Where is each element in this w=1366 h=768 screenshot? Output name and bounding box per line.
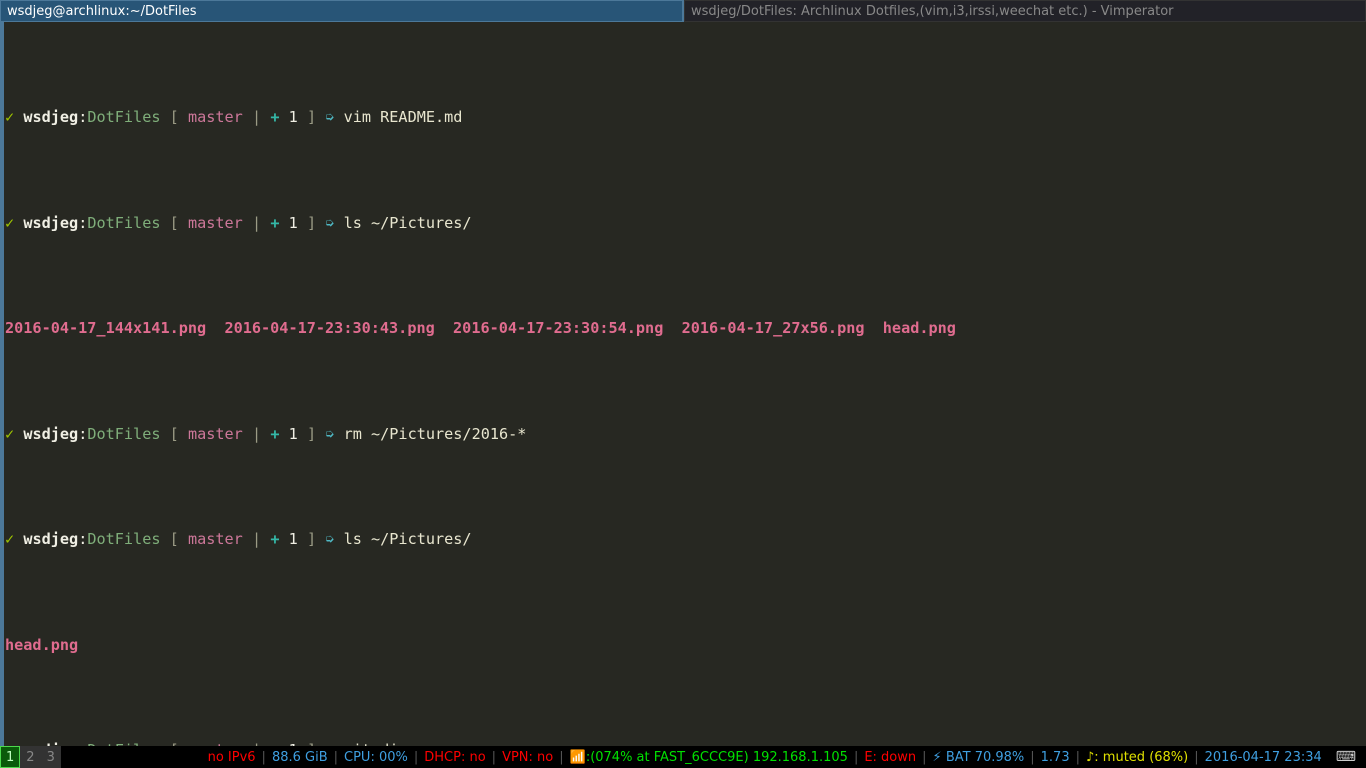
prompt-line: ✓ wsdjeg:DotFiles [ master | + 1 ] ➭ rm … [5,424,1366,445]
prompt-staged-plus-icon: + [270,213,280,232]
prompt-pipe: | [252,213,262,232]
prompt-repo: DotFiles [87,741,160,746]
signal-bars-icon: 📶 [569,749,586,765]
status-battery[interactable]: ⚡ BAT 70.98% [927,750,1031,765]
prompt-open-bracket: [ [169,108,179,127]
workspace-button-2[interactable]: 2 [20,746,41,768]
prompt-arrow-icon: ➭ [325,741,334,746]
status-volume[interactable]: ♪: muted (68%) [1080,750,1194,765]
prompt-open-bracket: [ [169,530,179,549]
prompt-change-count: 1 [288,108,298,127]
prompt-close-bracket: ] [306,108,317,127]
titlebar-terminal-label: wsdjeg@archlinux:~/DotFiles [7,3,197,19]
prompt-repo: DotFiles [87,213,161,232]
prompt-user: wsdjeg [23,424,79,443]
lightning-bolt-icon: ⚡ [932,749,942,765]
prompt-arrow-icon: ➭ [325,530,335,549]
status-ipv6[interactable]: no IPv6 [202,750,262,765]
prompt-branch: master [187,424,243,443]
terminal-output[interactable]: ✓ wsdjeg:DotFiles [ master | + 1 ] ➭ vim… [4,22,1366,746]
prompt-repo: DotFiles [87,530,161,549]
workspace-button-1[interactable]: 1 [0,746,21,768]
prompt-open-bracket: [ [170,741,179,746]
status-items: no IPv6 | 88.6 GiB | CPU: 00% | DHCP: no… [202,746,1366,768]
titlebar-browser-label: wsdjeg/DotFiles: Archlinux Dotfiles,(vim… [691,3,1174,19]
prompt-change-count: 1 [288,530,298,549]
prompt-user: wsdjeg [23,530,79,549]
prompt-pipe: | [252,530,262,549]
prompt-arrow-icon: ➭ [325,424,335,443]
status-disk[interactable]: 88.6 GiB [266,750,334,765]
prompt-colon: : [78,530,88,549]
prompt-status-check-icon: ✓ [5,108,15,127]
status-clock[interactable]: 2016-04-17 23:34 [1199,750,1328,765]
status-cpu[interactable]: CPU: 00% [338,750,414,765]
status-wifi[interactable]: 📶:(074% at FAST_6CCC9E) 192.168.1.105 [564,750,854,765]
prompt-line: ✓ wsdjeg:DotFiles [ master | + 1 ] ➭ ls … [5,213,1366,234]
prompt-staged-plus-icon: + [270,424,280,443]
prompt-staged-plus-icon: + [270,741,279,746]
prompt-colon: : [78,424,88,443]
prompt-open-bracket: [ [169,424,179,443]
prompt-repo: DotFiles [87,108,161,127]
command-text: ls ~/Pictures/ [343,213,472,232]
prompt-staged-plus-icon: + [270,108,280,127]
prompt-branch: master [187,108,243,127]
status-battery-label: BAT 70.98% [945,749,1025,765]
keyboard-icon[interactable]: ⌨ [1328,749,1362,765]
prompt-change-count: 1 [289,741,298,746]
prompt-branch: master [188,741,243,746]
prompt-line: ✓ wsdjeg:DotFiles [ master | + 1 ] ➭ vim… [5,107,1366,128]
prompt-open-bracket: [ [169,213,179,232]
status-ethernet[interactable]: E: down [858,750,922,765]
prompt-colon: : [78,108,88,127]
prompt-user: wsdjeg [23,108,79,127]
prompt-close-bracket: ] [306,530,317,549]
prompt-status-check-icon: ✓ [5,424,15,443]
titlebar-terminal[interactable]: wsdjeg@archlinux:~/DotFiles [0,0,684,22]
workspace-button-3[interactable]: 3 [40,746,61,768]
window-titlebar-row: wsdjeg@archlinux:~/DotFiles wsdjeg/DotFi… [0,0,1366,22]
prompt-user: wsdjeg [23,741,78,746]
ls-output-line: head.png [5,635,79,654]
prompt-branch: master [187,213,243,232]
status-dhcp[interactable]: DHCP: no [418,750,491,765]
prompt-pipe: | [252,741,261,746]
status-load[interactable]: 1.73 [1035,750,1076,765]
prompt-pipe: | [252,424,262,443]
prompt-close-bracket: ] [306,213,317,232]
prompt-arrow-icon: ➭ [325,213,335,232]
command-text: ls ~/Pictures/ [343,530,472,549]
prompt-status-check-icon: ✓ [5,741,14,746]
prompt-change-count: 1 [288,424,298,443]
prompt-staged-plus-icon: + [270,530,280,549]
status-vpn[interactable]: VPN: no [496,750,559,765]
terminal-window[interactable]: ✓ wsdjeg:DotFiles [ master | + 1 ] ➭ vim… [0,22,1366,746]
prompt-arrow-icon: ➭ [325,108,335,127]
prompt-close-bracket: ] [307,741,316,746]
command-text: vim README.md [343,108,463,127]
prompt-change-count: 1 [288,213,298,232]
command-text: git di [344,741,399,746]
prompt-line: ✓ wsdjeg:DotFiles [ master | + 1 ] ➭ git… [5,740,1366,746]
ls-output-line: 2016-04-17_144x141.png 2016-04-17-23:30:… [5,319,956,338]
i3-status-bar[interactable]: 1 2 3 no IPv6 | 88.6 GiB | CPU: 00% | DH… [0,746,1366,768]
prompt-colon: : [78,741,87,746]
command-text: rm ~/Pictures/2016-* [343,424,527,443]
prompt-pipe: | [252,108,262,127]
prompt-status-check-icon: ✓ [5,530,15,549]
prompt-branch: master [187,530,243,549]
prompt-line: ✓ wsdjeg:DotFiles [ master | + 1 ] ➭ ls … [5,529,1366,550]
prompt-user: wsdjeg [23,213,79,232]
prompt-repo: DotFiles [87,424,161,443]
prompt-close-bracket: ] [306,424,317,443]
prompt-colon: : [78,213,88,232]
workspace-buttons[interactable]: 1 2 3 [0,746,61,768]
status-wifi-label: :(074% at FAST_6CCC9E) 192.168.1.105 [585,749,848,765]
prompt-status-check-icon: ✓ [5,213,15,232]
titlebar-browser[interactable]: wsdjeg/DotFiles: Archlinux Dotfiles,(vim… [684,0,1366,22]
